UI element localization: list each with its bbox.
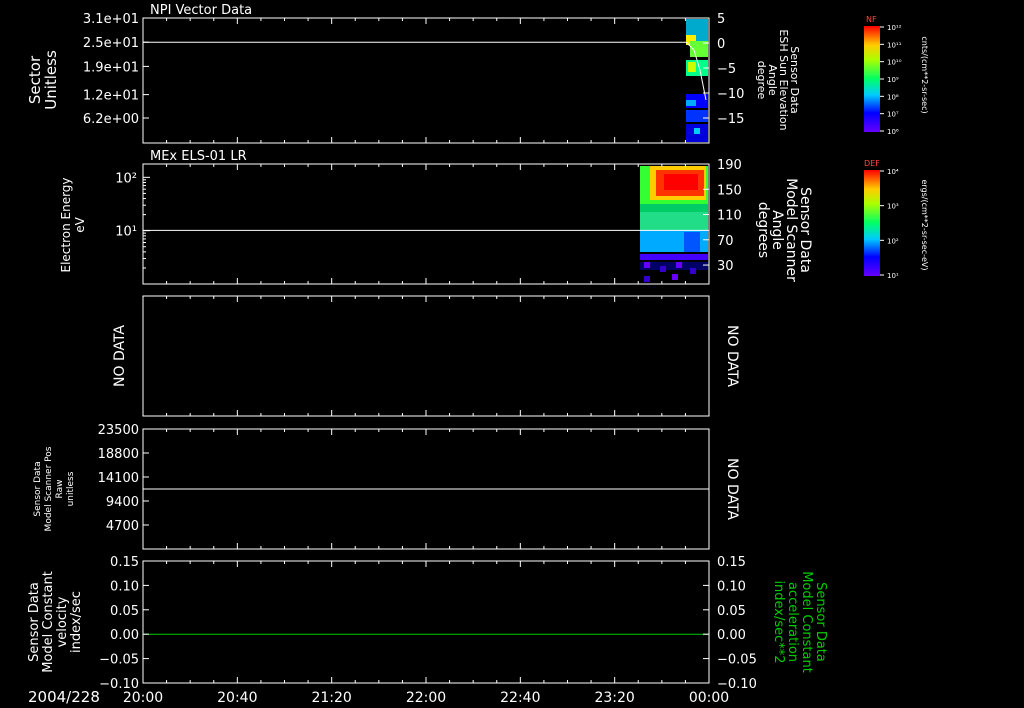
- colorbar-tick-label: 10⁴: [887, 168, 899, 176]
- y-tick-label: 4700: [106, 519, 139, 534]
- y-tick-label: 1.9e+01: [83, 60, 139, 75]
- panel-2-right-ylabel-line4: degrees: [755, 202, 771, 258]
- panel-5-right-ylabel-line4: index/sec**2: [771, 580, 786, 663]
- y-tick-label: 18800: [98, 447, 139, 462]
- panel-1-frame: [142, 17, 710, 144]
- panel-1-title: NPI Vector Data: [150, 3, 252, 18]
- panel-3-no-data-right: NO DATA: [724, 325, 740, 387]
- y-tick-label: 0.00: [110, 628, 139, 643]
- panel-1-right-ylabel-line4: degree: [755, 61, 768, 100]
- y-tick-label: 30: [717, 259, 734, 274]
- y-tick-label: 0.10: [717, 579, 746, 594]
- y-tick-label: 0.00: [717, 628, 746, 643]
- colorbar-tick-label: 10¹: [887, 272, 899, 280]
- y-tick-label: 150: [717, 183, 742, 198]
- y-tick-label: 9400: [106, 495, 139, 510]
- colorbar-1-strip: [864, 26, 880, 132]
- panel-2-spectrogram: [640, 166, 708, 282]
- panel-5-ylabel-line3: velocity: [55, 596, 70, 647]
- y-tick-label: 3.1e+01: [83, 12, 139, 27]
- colorbar-tick-label: 10²: [887, 237, 899, 245]
- panel-5-ylabel-line4: index/sec: [69, 591, 84, 653]
- plot-canvas: NPI Vector Data MEx ELS-01 LR Sector Uni…: [26, 3, 929, 706]
- time-tick-label: 21:20: [311, 690, 351, 706]
- y-tick-label: 0.05: [717, 604, 746, 619]
- panel-5-right-ylabel-line3: acceleration: [785, 582, 800, 662]
- colorbar-1-label: NF: [866, 15, 877, 24]
- panel-3-frame: [142, 295, 710, 417]
- panel-1-ylabel-line2: Unitless: [42, 50, 60, 110]
- time-tick-label: 20:40: [217, 690, 257, 706]
- y-tick-label: 0.15: [717, 555, 746, 570]
- y-tick-label: −15: [717, 112, 744, 127]
- y-tick-label: −10: [717, 87, 744, 102]
- date-label: 2004/228: [28, 688, 100, 706]
- colorbar-2-strip: [864, 170, 880, 276]
- panel-2-ylabel-line2: eV: [73, 216, 87, 232]
- time-tick-label: 22:40: [500, 690, 540, 706]
- y-tick-label: 23500: [98, 423, 139, 438]
- panel-2-title: MEx ELS-01 LR: [150, 149, 247, 164]
- y-tick-label: 0.10: [110, 579, 139, 594]
- y-tick-label: 0: [717, 37, 725, 52]
- y-tick-label: −0.05: [99, 653, 139, 668]
- panel-5-frame: [142, 560, 710, 684]
- time-tick-label: 20:00: [123, 690, 163, 706]
- panel-3-no-data-left: NO DATA: [112, 325, 128, 387]
- y-tick-label: 5: [717, 12, 725, 27]
- y-tick-label: −0.10: [717, 677, 757, 692]
- colorbar-2-ticks: 10⁴ 10³ 10² 10¹: [880, 168, 899, 280]
- panel-4-ylabel-line1: Sensor Data: [33, 461, 43, 516]
- colorbar-1-unit: cnts/(cm**2-sr-sec): [920, 36, 929, 113]
- y-tick-label: 10²: [115, 171, 137, 186]
- y-tick-label: −0.10: [99, 677, 139, 692]
- time-tick-label: 23:20: [594, 690, 634, 706]
- axis-ticks: 20:00 20:40 21:20 22:00 22:40 23:20 00:00 3.1e+…: [83, 12, 757, 706]
- colorbar-tick-label: 10⁹: [887, 76, 899, 84]
- colorbar-tick-label: 10¹⁰: [887, 59, 902, 67]
- y-tick-label: 1.2e+01: [83, 89, 139, 104]
- panel-4-no-data-right: NO DATA: [724, 458, 740, 520]
- colorbar-tick-label: 10⁸: [887, 93, 899, 101]
- panel-4-ylabel-line2: Model Scanner Pos: [44, 446, 54, 531]
- colorbar-tick-label: 10⁷: [887, 111, 899, 119]
- colorbar-1-ticks: 10¹² 10¹¹ 10¹⁰ 10⁹ 10⁸ 10⁷ 10⁶: [880, 24, 902, 136]
- colorbar-2-unit: ergs/(cm**2-sr-sec-eV): [920, 179, 929, 270]
- time-tick-label: 22:00: [406, 690, 446, 706]
- y-tick-label: 0.05: [110, 604, 139, 619]
- panel-4-ylabel-line4: unitless: [66, 471, 76, 506]
- panel-2-frame: [142, 163, 710, 285]
- colorbar-tick-label: 10³: [887, 203, 899, 211]
- y-tick-label: 70: [717, 234, 734, 249]
- y-tick-label: −5: [717, 62, 736, 77]
- y-tick-label: 190: [717, 158, 742, 173]
- y-tick-label: 6.2e+00: [83, 112, 139, 127]
- panel-5-right-ylabel-line2: Model Constant: [799, 571, 814, 673]
- colorbar-tick-label: 10¹²: [887, 24, 902, 32]
- y-tick-label: 110: [717, 209, 742, 224]
- time-tick-label: 00:00: [689, 690, 729, 706]
- colorbar-2-label: DEF: [864, 159, 880, 168]
- colorbar-tick-label: 10⁶: [887, 128, 899, 136]
- colorbar-tick-label: 10¹¹: [887, 41, 902, 49]
- panel-1-spectrogram: [686, 19, 708, 142]
- y-tick-label: −0.05: [717, 653, 757, 668]
- panel-5-right-ylabel-line1: Sensor Data: [813, 582, 828, 662]
- panel-5-ylabel-line2: Model Constant: [41, 571, 56, 673]
- y-tick-label: 0.15: [110, 555, 139, 570]
- panel-2-ylabel-line1: Electron Energy: [59, 177, 73, 272]
- y-tick-label: 2.5e+01: [83, 36, 139, 51]
- panel-4-ylabel-line3: Raw: [55, 480, 65, 499]
- panel-5-ylabel-line1: Sensor Data: [27, 582, 42, 662]
- y-tick-label: 10¹: [115, 225, 137, 240]
- y-tick-label: 14100: [98, 471, 139, 486]
